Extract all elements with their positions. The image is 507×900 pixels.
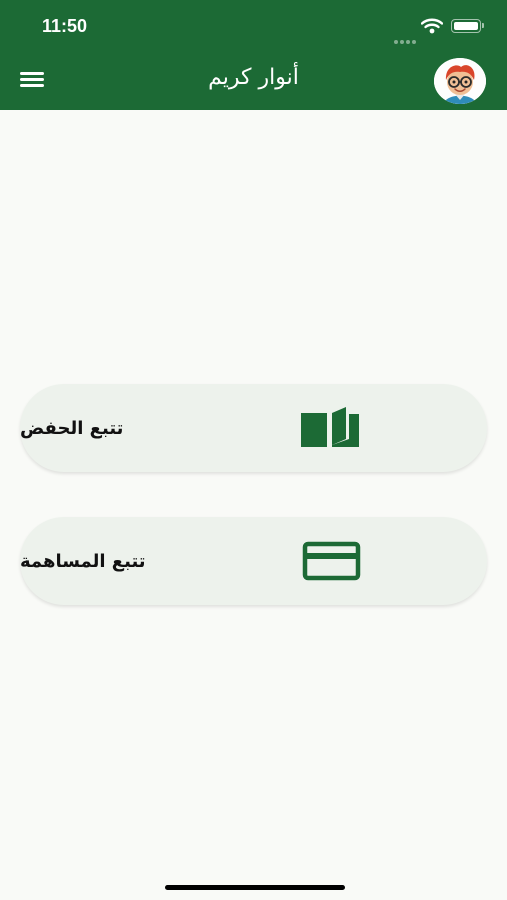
contribution-tracking-label: تتبع المساهمة [20, 550, 146, 572]
credit-card-icon [302, 541, 361, 581]
status-time: 11:50 [42, 16, 88, 36]
page-title: أنوار كريم [208, 65, 299, 90]
avatar[interactable] [434, 58, 486, 104]
memorization-tracking-button[interactable]: تتبع الحفض [20, 384, 487, 472]
open-book-icon [301, 407, 359, 447]
contribution-tracking-button[interactable]: تتبع المساهمة [20, 517, 487, 605]
wifi-icon [421, 18, 443, 34]
app-header: 11:50 أنوار كريم [0, 0, 507, 110]
avatar-illustration [434, 58, 486, 104]
home-indicator[interactable] [165, 885, 345, 890]
battery-icon [451, 19, 484, 33]
memorization-tracking-label: تتبع الحفض [20, 417, 124, 439]
cellular-signal-icon [394, 29, 418, 48]
